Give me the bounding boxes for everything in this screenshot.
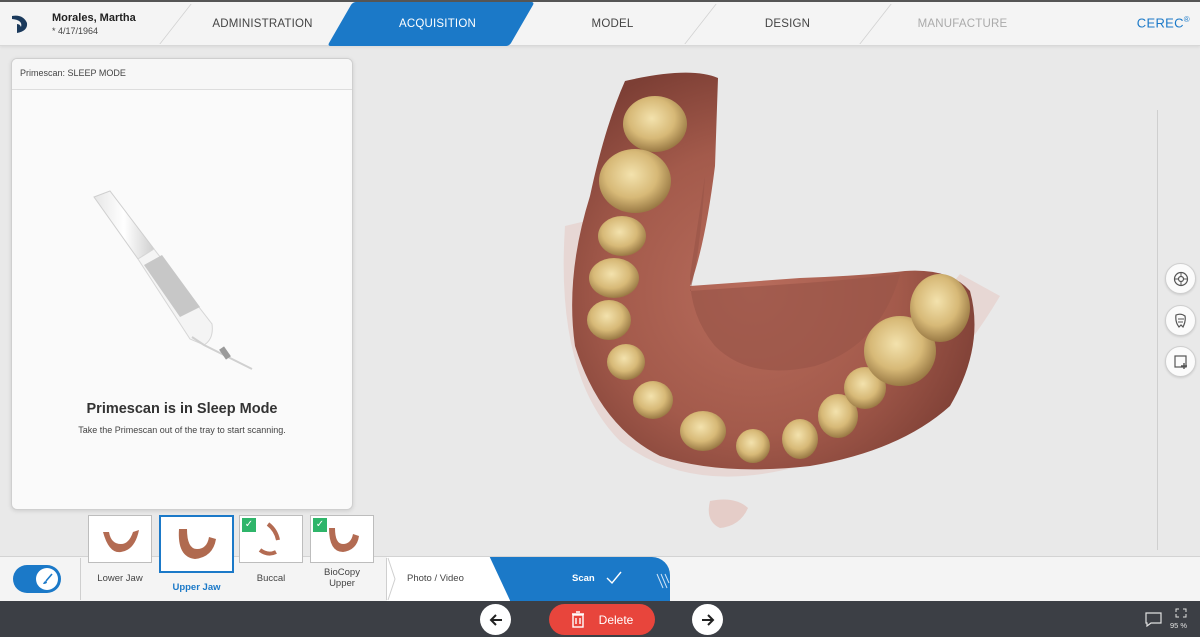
tooth bbox=[587, 300, 631, 340]
chevron-right-icon bbox=[387, 557, 397, 601]
photo-video-label: Photo / Video bbox=[407, 573, 464, 584]
tooth bbox=[680, 411, 726, 451]
previous-button[interactable] bbox=[480, 604, 511, 635]
scan-label: Scan bbox=[572, 573, 595, 584]
dental-model-button[interactable] bbox=[1165, 305, 1196, 336]
delete-button[interactable]: Delete bbox=[549, 604, 655, 635]
next-button[interactable] bbox=[692, 604, 723, 635]
toggle-knob bbox=[36, 568, 58, 590]
lower-jaw-preview-icon bbox=[103, 530, 139, 553]
tool-rail bbox=[1157, 110, 1158, 550]
tooth bbox=[623, 96, 687, 152]
workflow-tabs: ADMINISTRATION ACQUISITION MODEL DESIGN … bbox=[155, 2, 1035, 46]
tooth-view-button[interactable] bbox=[1165, 263, 1196, 294]
jaw-3d-viewport[interactable] bbox=[360, 46, 1160, 556]
brush-icon bbox=[42, 572, 53, 584]
tab-administration[interactable]: ADMINISTRATION bbox=[175, 2, 350, 46]
brand-name: CEREC bbox=[1136, 15, 1184, 31]
buccal-check-icon: ✓ bbox=[242, 518, 256, 532]
tooth bbox=[736, 429, 770, 463]
delete-label: Delete bbox=[598, 612, 634, 627]
lower-jaw-label: Lower Jaw bbox=[97, 573, 143, 584]
add-window-button[interactable] bbox=[1165, 346, 1196, 377]
upper-jaw-thumbnail[interactable] bbox=[159, 515, 234, 573]
patient-info[interactable]: Morales, Martha * 4/17/1964 bbox=[52, 12, 136, 36]
arrow-right-icon bbox=[701, 613, 714, 626]
scan-mode-toggle[interactable] bbox=[13, 565, 61, 593]
panel-subtitle: Take the Primescan out of the tray to st… bbox=[78, 425, 286, 435]
patient-dob: * 4/17/1964 bbox=[52, 26, 99, 36]
buccal-thumbnail[interactable]: ✓ bbox=[239, 515, 303, 563]
lower-jaw-thumbnail[interactable] bbox=[88, 515, 152, 563]
comment-icon[interactable] bbox=[1145, 612, 1162, 627]
strip-divider bbox=[80, 558, 81, 600]
brand-mark: ® bbox=[1183, 15, 1190, 24]
buccal-label: Buccal bbox=[256, 573, 286, 584]
scanner-status-panel: Primescan: SLEEP MODE Primescan is in Sl… bbox=[11, 58, 353, 510]
dentsply-logo-icon[interactable] bbox=[11, 14, 29, 34]
tooth bbox=[599, 149, 671, 213]
tab-design[interactable]: DESIGN bbox=[700, 2, 875, 46]
dental-model-icon bbox=[1174, 313, 1186, 328]
zoom-level: 95 % bbox=[1170, 621, 1188, 630]
tooth bbox=[633, 381, 673, 419]
grip-handle-icon[interactable] bbox=[656, 573, 670, 589]
brand-label: CEREC® bbox=[1137, 15, 1190, 30]
trash-icon bbox=[571, 611, 584, 628]
tooth bbox=[589, 258, 639, 298]
tooth-view-icon bbox=[1173, 271, 1188, 286]
patient-name: Morales, Martha bbox=[52, 12, 136, 24]
tooth bbox=[598, 216, 646, 256]
biocopy-upper-label: BioCopy Upper bbox=[324, 567, 360, 589]
arrow-left-icon bbox=[489, 613, 502, 626]
biocopy-check-icon: ✓ bbox=[313, 518, 327, 532]
tab-acquisition[interactable]: ACQUISITION bbox=[350, 2, 525, 46]
tooth bbox=[910, 274, 970, 342]
tooth bbox=[782, 419, 818, 459]
tooth bbox=[607, 344, 645, 380]
scan-section[interactable]: Scan bbox=[510, 557, 670, 601]
scan-fragment bbox=[708, 499, 748, 528]
expand-icon[interactable] bbox=[1175, 608, 1187, 618]
panel-header: Primescan: SLEEP MODE bbox=[12, 59, 352, 90]
scan-check-icon bbox=[606, 571, 622, 585]
tab-model[interactable]: MODEL bbox=[525, 2, 700, 46]
panel-title: Primescan is in Sleep Mode bbox=[86, 401, 278, 417]
add-window-icon bbox=[1173, 354, 1187, 369]
top-bar: Morales, Martha * 4/17/1964 ADMINISTRATI… bbox=[0, 0, 1200, 46]
upper-jaw-preview-icon bbox=[178, 529, 216, 559]
scanner-illustration-icon bbox=[93, 190, 253, 370]
tab-manufacture: MANUFACTURE bbox=[917, 18, 1008, 30]
biocopy-upper-thumbnail[interactable]: ✓ bbox=[310, 515, 374, 563]
upper-jaw-label: Upper Jaw bbox=[172, 582, 221, 593]
